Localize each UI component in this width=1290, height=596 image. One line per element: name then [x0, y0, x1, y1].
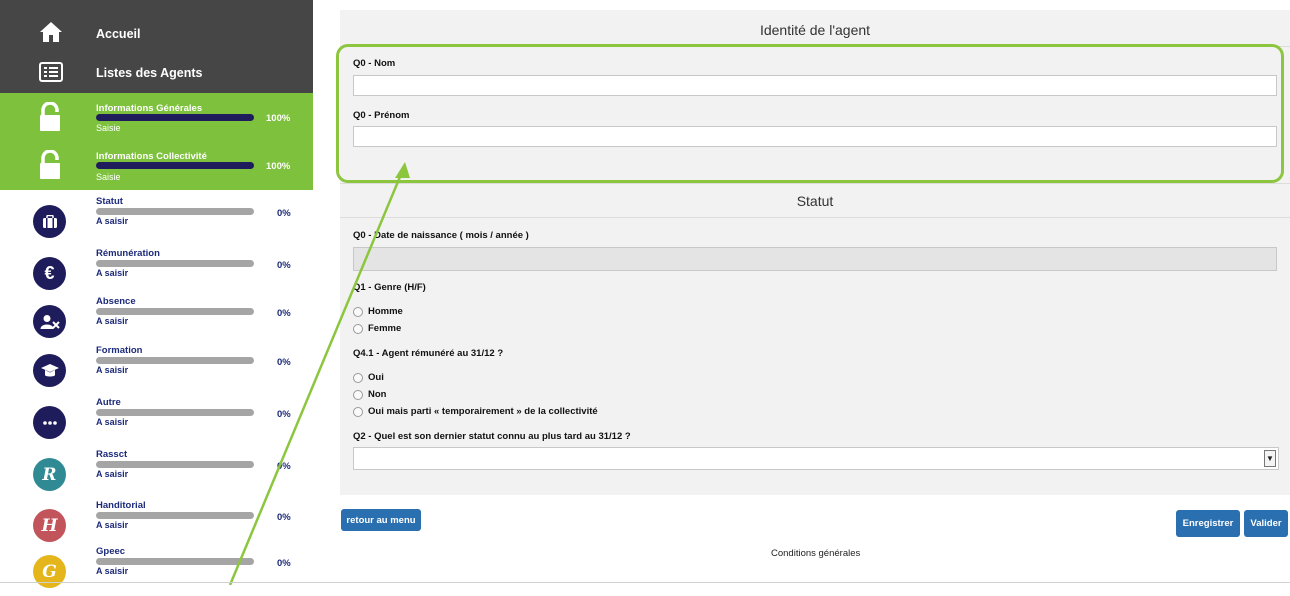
bottom-divider: [0, 582, 1290, 583]
conditions-generales-link[interactable]: Conditions générales: [771, 548, 860, 559]
retour-menu-button[interactable]: retour au menu: [341, 509, 421, 531]
enregistrer-button[interactable]: Enregistrer: [1176, 510, 1240, 537]
arrow-annotation: [228, 162, 410, 585]
valider-button[interactable]: Valider: [1244, 510, 1288, 537]
